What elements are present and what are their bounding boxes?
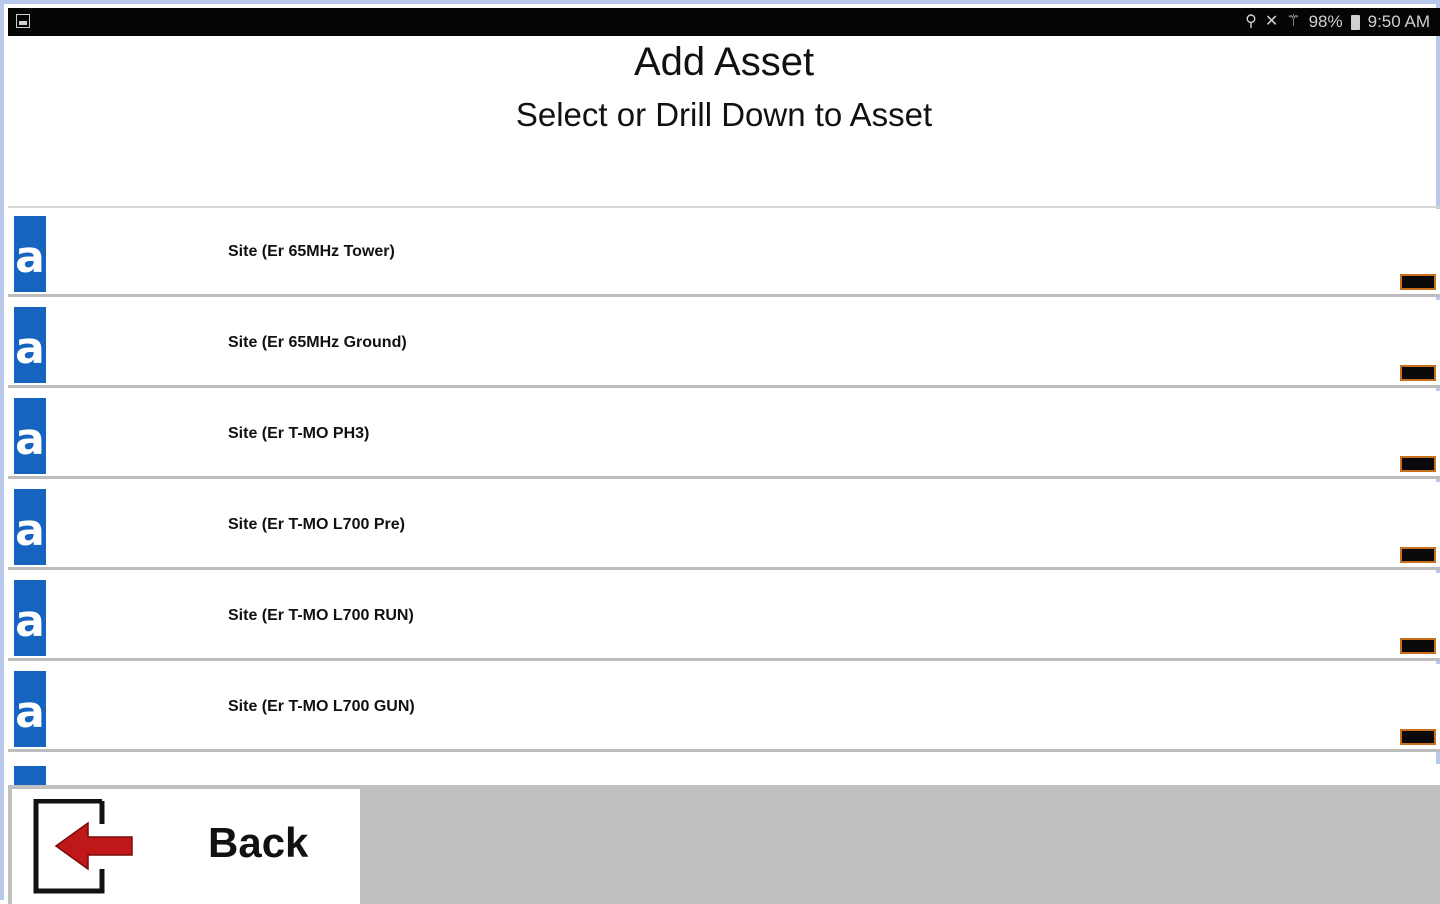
page-header: Add Asset Select or Drill Down to Asset [8, 36, 1440, 206]
signal-icon: ⚚ [1286, 13, 1301, 30]
back-arrow-icon [33, 799, 133, 894]
battery-percent: 98% [1308, 12, 1343, 31]
asset-list[interactable]: a Site (Er 65MHz Tower) a Site (Er 65MHz… [8, 209, 1440, 785]
asset-row-partial[interactable] [8, 764, 1440, 785]
asset-row[interactable]: a Site (Er 65MHz Tower) [8, 209, 1440, 297]
drill-down-handle[interactable] [1400, 729, 1436, 745]
notification-icon [16, 14, 30, 28]
asset-label: Site (Er 65MHz Ground) [228, 334, 407, 351]
bottom-bar: Back [8, 785, 1440, 904]
asset-type-icon: a [14, 216, 46, 292]
asset-type-icon: a [14, 307, 46, 383]
drill-down-handle[interactable] [1400, 365, 1436, 381]
battery-icon [1350, 14, 1360, 30]
asset-label: Site (Er T-MO L700 Pre) [228, 516, 405, 533]
status-bar: ⚲ ✕ ⚚ 98% 9:50 AM [8, 8, 1440, 36]
page-title: Add Asset [633, 40, 815, 84]
asset-label: Site (Er T-MO L700 RUN) [228, 607, 414, 624]
asset-type-icon: a [14, 580, 46, 656]
asset-row[interactable]: a Site (Er T-MO L700 GUN) [8, 664, 1440, 752]
drill-down-handle[interactable] [1400, 456, 1436, 472]
asset-row[interactable]: a Site (Er T-MO L700 RUN) [8, 573, 1440, 661]
status-indicators: ⚲ ✕ ⚚ 98% 9:50 AM [1245, 8, 1430, 36]
app-frame: ⚲ ✕ ⚚ 98% 9:50 AM Add Asset Select or Dr… [0, 0, 1440, 904]
asset-row[interactable]: a Site (Er T-MO PH3) [8, 391, 1440, 479]
asset-type-icon [14, 766, 46, 785]
drill-down-handle[interactable] [1400, 638, 1436, 654]
page-subtitle: Select or Drill Down to Asset [515, 96, 933, 133]
asset-type-icon: a [14, 489, 46, 565]
asset-type-icon: a [14, 398, 46, 474]
asset-label: Site (Er 65MHz Tower) [228, 243, 395, 260]
asset-label: Site (Er T-MO L700 GUN) [228, 698, 415, 715]
status-time: 9:50 AM [1367, 12, 1430, 31]
header-divider [8, 206, 1440, 208]
drill-down-handle[interactable] [1400, 547, 1436, 563]
drill-down-handle[interactable] [1400, 274, 1436, 290]
asset-row[interactable]: a Site (Er T-MO L700 Pre) [8, 482, 1440, 570]
mute-icon: ✕ [1264, 13, 1279, 30]
asset-label: Site (Er T-MO PH3) [228, 425, 370, 442]
back-button[interactable]: Back [12, 789, 360, 904]
back-label: Back [208, 819, 309, 866]
asset-row[interactable]: a Site (Er 65MHz Ground) [8, 300, 1440, 388]
location-icon: ⚲ [1245, 13, 1257, 30]
asset-type-icon: a [14, 671, 46, 747]
